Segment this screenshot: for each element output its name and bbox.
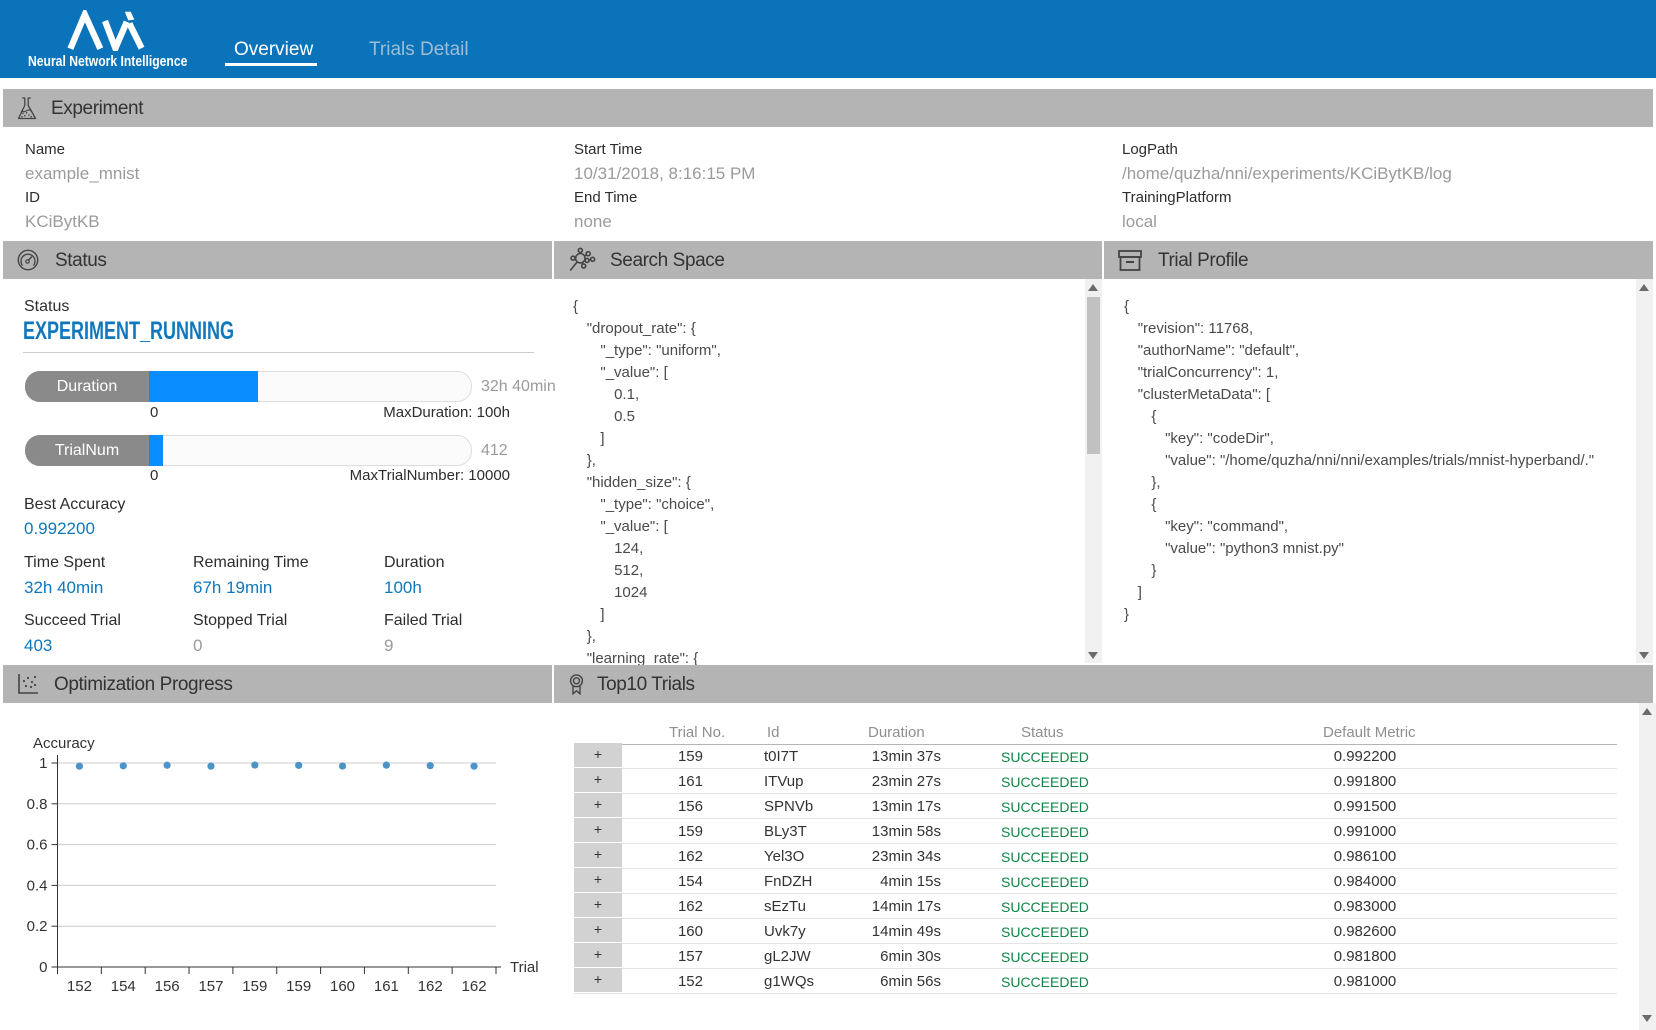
svg-text:157: 157 xyxy=(198,978,223,995)
svg-text:159: 159 xyxy=(242,978,267,995)
svg-text:162: 162 xyxy=(462,978,487,995)
svg-text:159: 159 xyxy=(286,978,311,995)
svg-text:162: 162 xyxy=(418,978,443,995)
svg-text:1: 1 xyxy=(39,755,47,772)
svg-text:160: 160 xyxy=(330,978,355,995)
svg-text:0.8: 0.8 xyxy=(27,796,48,813)
svg-text:161: 161 xyxy=(374,978,399,995)
svg-text:154: 154 xyxy=(111,978,136,995)
svg-text:0.2: 0.2 xyxy=(27,918,48,935)
svg-text:0.6: 0.6 xyxy=(27,837,48,854)
svg-text:152: 152 xyxy=(67,978,92,995)
svg-text:Trial: Trial xyxy=(510,959,539,976)
svg-text:Accuracy: Accuracy xyxy=(33,735,95,752)
svg-text:0.4: 0.4 xyxy=(27,877,48,894)
svg-text:0: 0 xyxy=(39,959,47,976)
svg-text:156: 156 xyxy=(155,978,180,995)
